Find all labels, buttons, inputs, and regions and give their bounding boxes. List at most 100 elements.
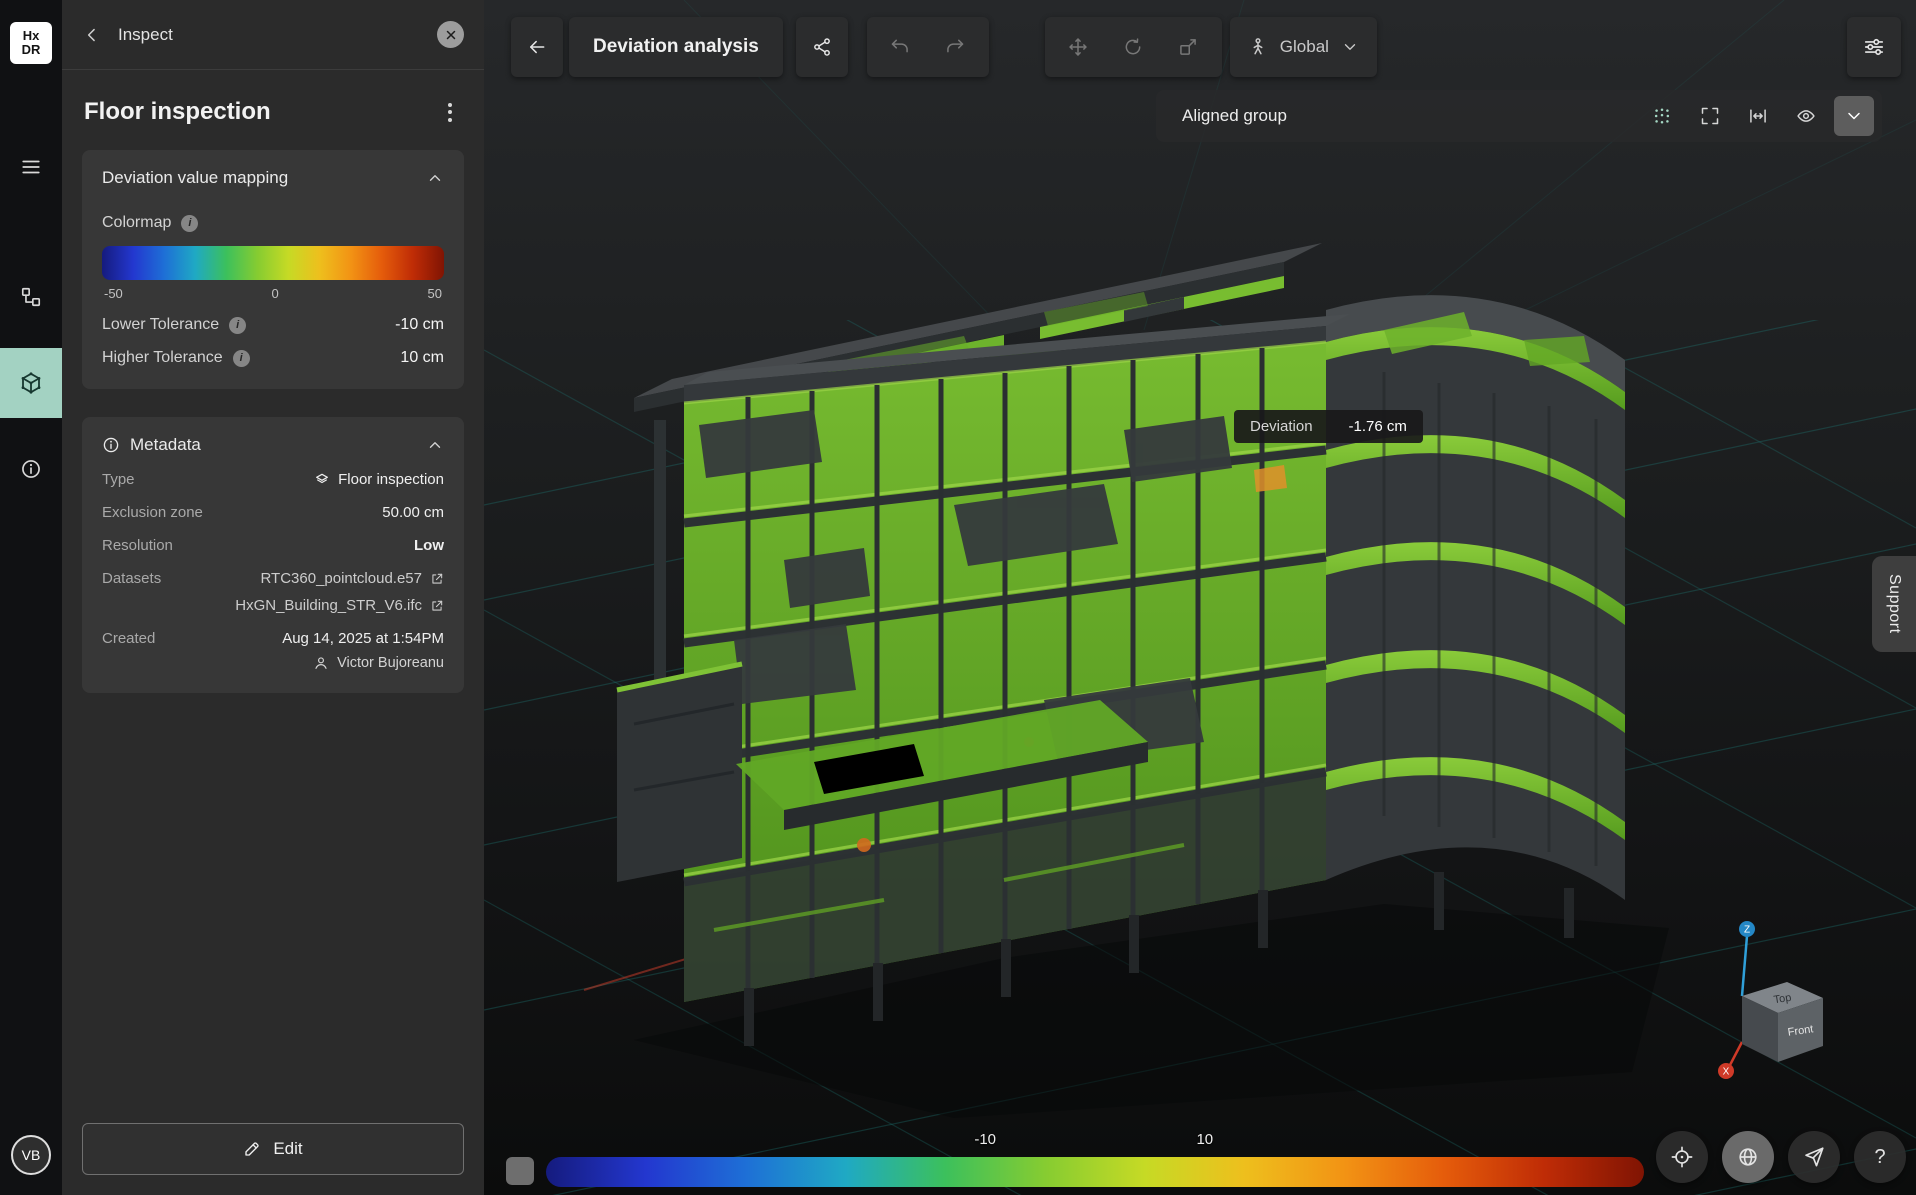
coordinate-mode-label: Global: [1280, 37, 1329, 57]
rail-item-inspect-active[interactable]: [0, 348, 62, 418]
dataset-link-pointcloud[interactable]: RTC360_pointcloud.e57: [260, 570, 444, 587]
external-link-icon: [430, 572, 444, 586]
question-mark-icon: ?: [1874, 1146, 1885, 1169]
view-settings-button[interactable]: [1847, 17, 1901, 77]
width-measure-icon: [1748, 106, 1768, 126]
analysis-name: Floor inspection: [84, 98, 271, 126]
scene-canvas[interactable]: [484, 0, 1916, 1195]
more-options-button[interactable]: [438, 99, 462, 126]
transform-group: [1045, 17, 1222, 77]
viewport-3d[interactable]: Deviation analysis: [484, 0, 1916, 1195]
deviation-tooltip: Deviation -1.76 cm: [1234, 410, 1423, 443]
svg-text:Z: Z: [1744, 925, 1750, 936]
feedback-button[interactable]: [1788, 1131, 1840, 1183]
redo-icon: [945, 37, 965, 57]
higher-tolerance-info-icon[interactable]: i: [233, 350, 250, 367]
lower-tolerance-row: Lower Tolerance i -10 cm: [102, 316, 444, 334]
tree-icon: [20, 286, 42, 308]
scalebar-toggle-button[interactable]: [506, 1157, 534, 1185]
lower-tolerance-value: -10 cm: [395, 316, 444, 334]
visibility-button[interactable]: [1786, 96, 1826, 136]
undo-icon: [890, 37, 910, 57]
pointcloud-cube-icon: [19, 371, 43, 395]
scale-tool-button[interactable]: [1161, 17, 1216, 77]
close-panel-button[interactable]: [437, 21, 464, 48]
person-axis-icon: [1248, 37, 1268, 57]
globe-icon: [1737, 1146, 1759, 1168]
scalebar-upper-label: 10: [1196, 1131, 1213, 1148]
locate-button[interactable]: [1656, 1131, 1708, 1183]
collapse-group-button[interactable]: [1834, 96, 1874, 136]
paper-plane-icon: [1803, 1146, 1825, 1168]
hxdr-logo[interactable]: Hx DR: [10, 22, 52, 64]
move-tool-button[interactable]: [1051, 17, 1106, 77]
colormap-label-row: Colormap i: [102, 214, 444, 232]
colormap-info-icon[interactable]: i: [181, 215, 198, 232]
undo-button[interactable]: [873, 17, 928, 77]
measure-button[interactable]: [1738, 96, 1778, 136]
metadata-value: 50.00 cm: [382, 504, 444, 521]
exit-analysis-button[interactable]: [511, 17, 563, 77]
aligned-group-bar: Aligned group: [1156, 90, 1882, 142]
viewport-toolbar: Deviation analysis: [511, 17, 1901, 77]
info-icon: [20, 458, 42, 480]
metadata-label: Datasets: [102, 570, 161, 587]
deviation-points-toggle-button[interactable]: [1642, 96, 1682, 136]
tooltip-value: -1.76 cm: [1349, 418, 1407, 435]
globe-view-button[interactable]: [1722, 1131, 1774, 1183]
inspect-panel: Inspect Floor inspection Deviation value…: [62, 0, 484, 1195]
metadata-row-created: Created Aug 14, 2025 at 1:54PM Victor Bu…: [102, 630, 444, 671]
scalebar-lower-label: -10: [974, 1131, 996, 1148]
zoom-to-fit-button[interactable]: [1690, 96, 1730, 136]
metadata-label: Type: [102, 471, 135, 488]
inspect-panel-header: Inspect: [62, 0, 484, 70]
chevron-down-icon: [1844, 106, 1864, 126]
app-root: Hx DR VB Inspect: [0, 0, 1916, 1195]
viewport-actions: ?: [1656, 1131, 1906, 1183]
chevron-up-icon: [426, 169, 444, 187]
metadata-card: Metadata Type Floor inspection Exclusion…: [82, 417, 464, 693]
nav-rail: Hx DR VB: [0, 0, 62, 1195]
navigation-cube[interactable]: Z X Top Front: [1709, 918, 1844, 1093]
dataset-link-model[interactable]: HxGN_Building_STR_V6.ifc: [235, 597, 444, 614]
help-button[interactable]: ?: [1854, 1131, 1906, 1183]
coordinate-mode-dropdown[interactable]: Global: [1230, 17, 1377, 77]
share-icon: [812, 37, 832, 57]
chevron-down-icon: [1341, 38, 1359, 56]
expand-icon: [1700, 106, 1720, 126]
metadata-label: Created: [102, 630, 155, 647]
info-button[interactable]: [0, 446, 62, 492]
analysis-title-chip: Deviation analysis: [569, 17, 783, 77]
collapse-card-button[interactable]: [426, 436, 444, 454]
scale-min: -50: [104, 286, 123, 301]
person-icon: [313, 655, 329, 671]
main-menu-button[interactable]: [0, 144, 62, 190]
edit-button[interactable]: Edit: [82, 1123, 464, 1175]
rotate-tool-button[interactable]: [1106, 17, 1161, 77]
metadata-label: Resolution: [102, 537, 173, 554]
share-button[interactable]: [796, 17, 848, 77]
higher-tolerance-value: 10 cm: [400, 349, 444, 367]
colormap-gradient-bar: [102, 246, 444, 280]
panel-title: Inspect: [118, 25, 173, 45]
metadata-row-exclusion-zone: Exclusion zone 50.00 cm: [102, 504, 444, 521]
card-title: Metadata: [130, 435, 201, 455]
created-date: Aug 14, 2025 at 1:54PM: [282, 630, 444, 647]
layers-icon: [314, 472, 330, 488]
metadata-row-resolution: Resolution Low: [102, 537, 444, 554]
back-button[interactable]: [82, 25, 102, 45]
datasets-tree-button[interactable]: [0, 274, 62, 320]
aligned-group-title: Aligned group: [1182, 106, 1287, 126]
colormap-scale: -50 0 50: [102, 286, 444, 301]
redo-button[interactable]: [928, 17, 983, 77]
tooltip-label: Deviation: [1250, 418, 1313, 435]
collapse-card-button[interactable]: [426, 169, 444, 187]
pointcloud-dots-icon: [1652, 106, 1672, 126]
support-tab[interactable]: Support: [1872, 556, 1916, 652]
user-avatar[interactable]: VB: [11, 1135, 51, 1175]
metadata-header: Metadata: [102, 435, 444, 455]
info-icon: [102, 436, 120, 454]
lower-tolerance-info-icon[interactable]: i: [229, 317, 246, 334]
metadata-label: Exclusion zone: [102, 504, 203, 521]
analysis-title-row: Floor inspection: [62, 70, 484, 150]
